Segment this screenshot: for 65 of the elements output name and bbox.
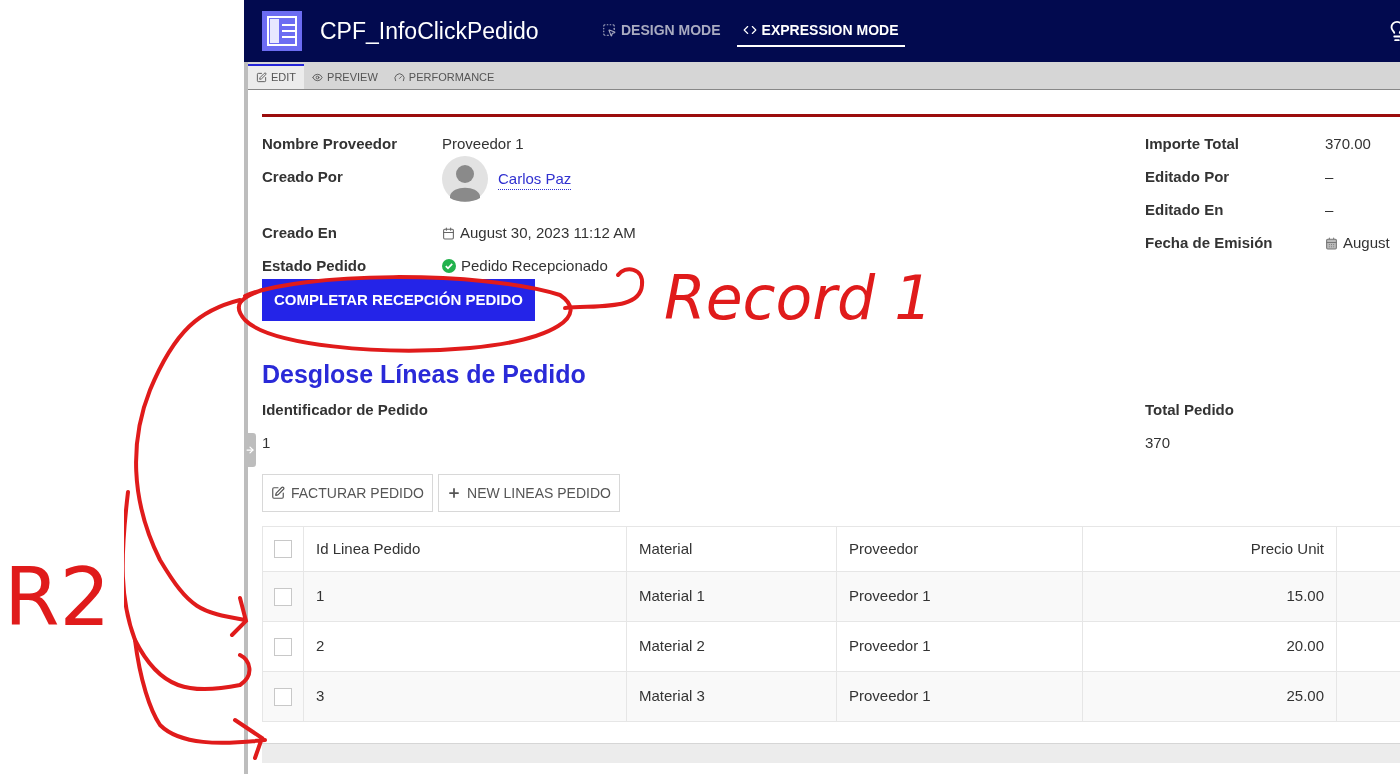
user-link[interactable]: Carlos Paz	[498, 168, 572, 190]
field-value: Proveedor 1	[442, 134, 524, 154]
plus-icon	[447, 486, 461, 500]
eye-icon	[312, 72, 324, 83]
column-header: Id Linea Pedido	[316, 538, 421, 559]
section-heading: Desglose Líneas de Pedido	[262, 359, 587, 389]
field-value: –	[1325, 167, 1334, 187]
table-cell-text: Material 2	[639, 636, 705, 657]
check-circle-icon	[442, 259, 456, 274]
toolbar-button[interactable]: NEW LINEAS PEDIDO	[438, 474, 620, 512]
field-value: August 30, 2023 11:12 AM	[460, 223, 636, 243]
field-value: August	[1343, 233, 1390, 253]
table-cell-text: Proveedor 1	[849, 636, 931, 657]
checkbox[interactable]	[274, 637, 292, 656]
field-label: Estado Pedido	[262, 256, 368, 276]
table-cell-text: 25.00	[1286, 686, 1324, 707]
avatar-icon	[442, 156, 488, 202]
checkbox[interactable]	[274, 687, 292, 706]
field-label: Nombre Proveedor	[262, 134, 399, 154]
checkbox[interactable]	[274, 540, 292, 558]
calendar-icon	[1325, 236, 1338, 250]
annotation-text: R2	[4, 550, 111, 646]
table-cell-text: Material 3	[639, 686, 705, 707]
mode-tab[interactable]: EXPRESSION MODE	[736, 15, 905, 47]
table-cell-text: 2	[316, 636, 325, 657]
complete-reception-button[interactable]: COMPLETAR RECEPCIÓN PEDIDO	[262, 279, 535, 321]
field-value: 370.00	[1325, 134, 1371, 154]
field-label: Editado Por	[1145, 167, 1231, 187]
column-header: Proveedor	[849, 538, 919, 559]
status-value: Pedido Recepcionado	[461, 256, 608, 276]
edit-icon	[256, 72, 267, 83]
table-cell-text: 15.00	[1286, 586, 1324, 607]
field-value: 1	[262, 432, 272, 453]
table-cell-text: Proveedor 1	[849, 686, 931, 707]
edit-icon	[271, 486, 285, 500]
field-value: 370	[1145, 432, 1172, 453]
checkbox[interactable]	[274, 587, 292, 606]
mode-tab[interactable]: DESIGN MODE	[596, 15, 727, 47]
field-label: Editado En	[1145, 200, 1225, 220]
editor-tab[interactable]: EDIT	[248, 64, 305, 89]
editor-tab[interactable]: PERFORMANCE	[385, 64, 503, 89]
table-cell-text: 20.00	[1286, 636, 1324, 657]
app-title: CPF_InfoClickPedido	[320, 16, 540, 46]
table-cell-text: 1	[316, 586, 325, 607]
field-value: –	[1325, 200, 1334, 220]
field-label: Fecha de Emisión	[1145, 233, 1274, 253]
field-label: Identificador de Pedido	[262, 400, 429, 420]
table-cell-text: 3	[316, 686, 325, 707]
code-icon	[742, 23, 757, 37]
annotation-text: Record 1	[664, 262, 933, 334]
panel-toggle-handle[interactable]	[244, 433, 256, 467]
field-label: Importe Total	[1145, 134, 1240, 154]
editor-tab[interactable]: PREVIEW	[304, 64, 386, 89]
field-label: Creado Por	[262, 167, 344, 187]
column-header: Material	[639, 538, 693, 559]
table-cell-text: Material 1	[639, 586, 705, 607]
calendar-icon	[442, 226, 455, 240]
gauge-icon	[393, 72, 405, 83]
column-header: Precio Unit	[1250, 538, 1324, 559]
cursor-select-icon	[602, 23, 616, 37]
layout-logo-icon	[262, 11, 302, 51]
toolbar-button[interactable]: FACTURAR PEDIDO	[262, 474, 433, 512]
field-label: Total Pedido	[1145, 400, 1234, 420]
field-label: Creado En	[262, 223, 338, 243]
table-cell-text: Proveedor 1	[849, 586, 931, 607]
